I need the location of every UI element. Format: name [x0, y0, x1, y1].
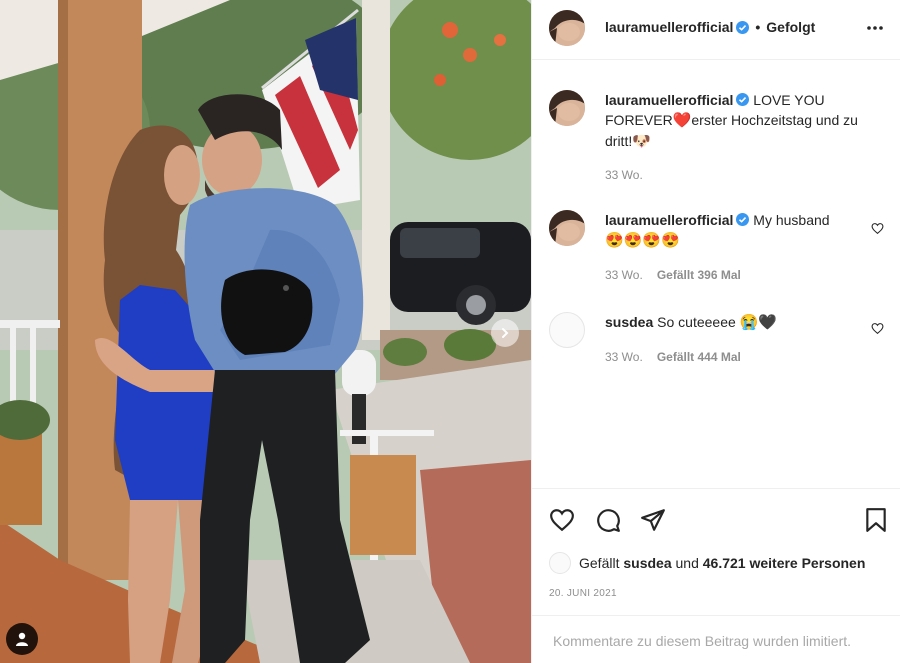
post-date[interactable]: 20. JUNI 2021: [549, 588, 617, 599]
tagged-users-button[interactable]: [6, 623, 38, 655]
share-icon: [641, 509, 665, 531]
comment-username[interactable]: lauramuellerofficial: [605, 212, 733, 228]
comment-text: So cuteeeee: [657, 314, 736, 330]
comment-emojis: 😭🖤: [739, 314, 778, 331]
caption-body: lauramuellerofficial LOVE YOU FOREVER❤️e…: [605, 90, 863, 152]
liker-username[interactable]: susdea: [623, 555, 671, 571]
likes-summary: Gefällt susdea und 46.721 weitere Person…: [549, 552, 865, 574]
comments-limited-bar: Kommentare zu diesem Beitrag wurden limi…: [532, 615, 900, 663]
comment-avatar[interactable]: [549, 312, 585, 348]
post-sidebar: lauramuellerofficial • Gefolgt lauramuel…: [531, 0, 900, 663]
bookmark-icon: [866, 508, 886, 532]
comment-username[interactable]: susdea: [605, 314, 653, 330]
dog-emoji: 🐶: [632, 133, 651, 150]
post-photo[interactable]: [0, 0, 531, 663]
action-bar: [532, 488, 900, 550]
comment-time[interactable]: 33 Wo.: [605, 268, 643, 282]
share-button[interactable]: [640, 507, 666, 536]
comment-likes[interactable]: Gefällt 396 Mal: [657, 268, 741, 282]
instagram-post: lauramuellerofficial • Gefolgt lauramuel…: [0, 0, 900, 663]
comment-icon: [597, 509, 620, 532]
comments-limited-text: Kommentare zu diesem Beitrag wurden limi…: [553, 633, 852, 649]
comment-item: lauramuellerofficial My husband 😍😍😍😍 33 …: [549, 210, 894, 290]
heart-icon: [871, 323, 884, 335]
likes-middle: und: [675, 555, 699, 571]
photo-scene: [0, 0, 531, 663]
comment-button[interactable]: [595, 507, 621, 536]
comment-item: susdea So cuteeeee 😭🖤 33 Wo. Gefällt 444…: [549, 312, 894, 372]
verified-badge-icon: [736, 20, 750, 34]
comment-like-button[interactable]: [871, 322, 884, 338]
heart-icon: [550, 509, 574, 532]
comment-avatar[interactable]: [549, 210, 585, 246]
avatar-image: [549, 210, 585, 246]
more-icon: [867, 26, 883, 30]
comment-emojis: 😍😍😍😍: [605, 232, 680, 249]
author-username[interactable]: lauramuellerofficial: [605, 19, 733, 35]
likes-prefix: Gefällt: [579, 555, 620, 571]
comment-body: susdea So cuteeeee 😭🖤: [605, 312, 863, 333]
likes-count[interactable]: 46.721 weitere Personen: [703, 555, 866, 571]
caption: lauramuellerofficial LOVE YOU FOREVER❤️e…: [549, 90, 894, 190]
comment-time[interactable]: 33 Wo.: [605, 350, 643, 364]
verified-badge-icon: [736, 213, 750, 226]
comment-text: My husband: [753, 212, 830, 228]
caption-username[interactable]: lauramuellerofficial: [605, 92, 733, 108]
heart-emoji: ❤️: [672, 112, 692, 129]
caption-meta: 33 Wo.: [605, 168, 643, 182]
comment-likes[interactable]: Gefällt 444 Mal: [657, 350, 741, 364]
caption-time[interactable]: 33 Wo.: [605, 168, 643, 182]
chevron-right-icon: [502, 328, 509, 338]
author-avatar[interactable]: [549, 10, 585, 46]
more-options-button[interactable]: [865, 18, 885, 41]
liker-avatar[interactable]: [549, 552, 571, 574]
next-image-button[interactable]: [491, 319, 519, 347]
save-button[interactable]: [864, 507, 888, 536]
comment-meta: 33 Wo. Gefällt 396 Mal: [605, 268, 741, 282]
follow-button[interactable]: Gefolgt: [766, 19, 815, 35]
post-header: lauramuellerofficial • Gefolgt: [532, 0, 900, 60]
comment-body: lauramuellerofficial My husband 😍😍😍😍: [605, 210, 863, 251]
user-tag-icon: [16, 632, 28, 646]
like-button[interactable]: [549, 507, 575, 536]
verified-badge-icon: [736, 93, 750, 106]
avatar-image: [549, 90, 585, 126]
separator-dot: •: [755, 19, 761, 35]
caption-avatar[interactable]: [549, 90, 585, 126]
avatar-image: [549, 10, 585, 46]
header-name-row: lauramuellerofficial • Gefolgt: [605, 19, 815, 35]
comment-meta: 33 Wo. Gefällt 444 Mal: [605, 350, 741, 364]
heart-icon: [871, 223, 884, 235]
comment-like-button[interactable]: [871, 222, 884, 238]
